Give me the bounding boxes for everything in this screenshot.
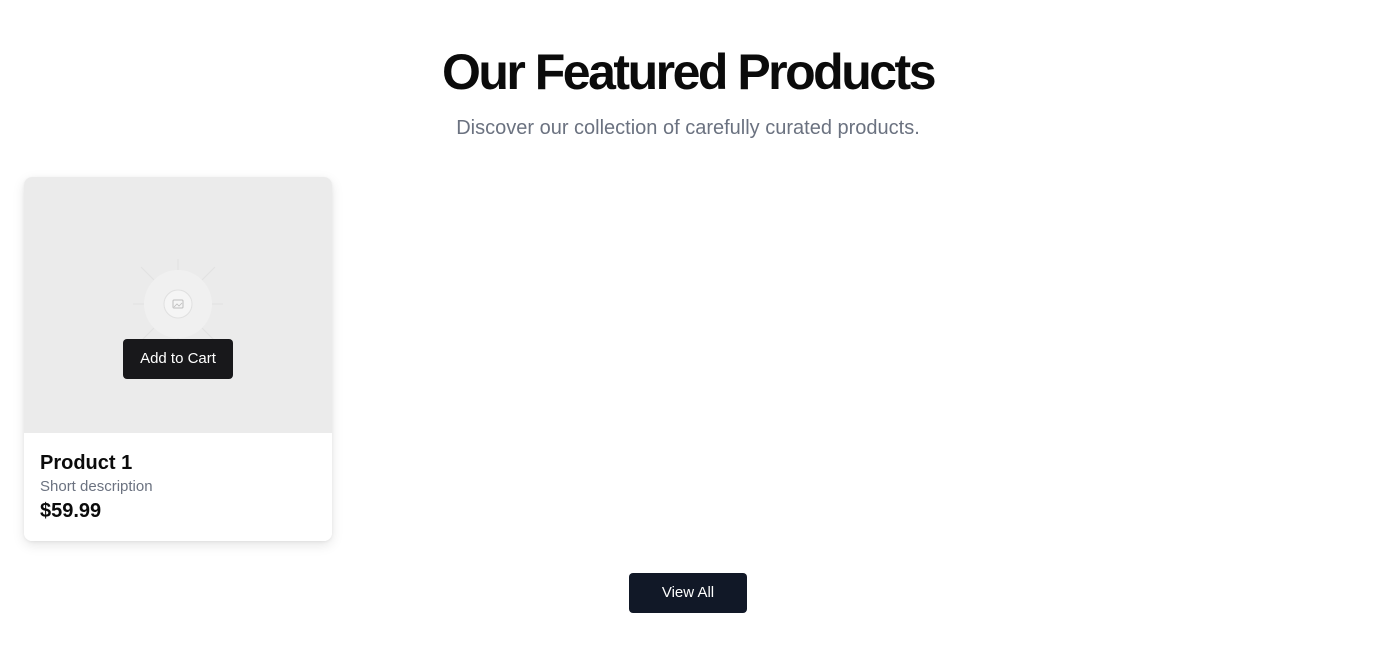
product-price: $59.99 — [40, 500, 102, 522]
product-card[interactable]: Add to Cart Product 1 Short description … — [24, 177, 332, 541]
product-description: Short description — [40, 478, 153, 495]
product-image: Add to Cart — [24, 177, 332, 433]
section-subtitle: Discover our collection of carefully cur… — [456, 117, 920, 139]
featured-products-section: Our Featured Products Discover our colle… — [0, 0, 1376, 661]
add-to-cart-button[interactable]: Add to Cart — [123, 339, 233, 379]
product-info: Product 1 Short description $59.99 — [24, 433, 332, 541]
view-all-button[interactable]: View All — [629, 573, 747, 613]
section-title: Our Featured Products — [441, 44, 937, 100]
image-placeholder-icon — [133, 259, 223, 349]
product-name[interactable]: Product 1 — [40, 451, 132, 475]
